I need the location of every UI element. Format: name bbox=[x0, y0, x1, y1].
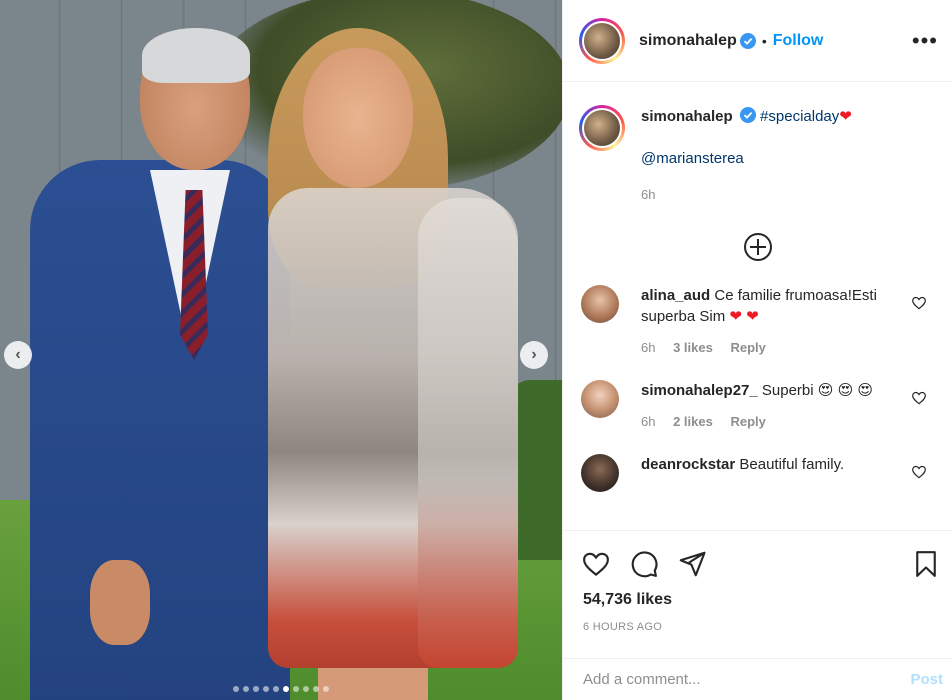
more-options-icon[interactable]: ••• bbox=[912, 30, 938, 52]
carousel-dot bbox=[303, 686, 309, 692]
bookmark-icon[interactable] bbox=[911, 549, 941, 579]
reply-button[interactable]: Reply bbox=[730, 340, 765, 355]
caption-hashtag[interactable]: #specialday bbox=[760, 108, 839, 125]
carousel-indicator bbox=[0, 686, 562, 692]
carousel-dot bbox=[323, 686, 329, 692]
separator-dot: • bbox=[761, 32, 767, 49]
post-timestamp[interactable]: 6 HOURS AGO bbox=[583, 621, 662, 633]
verified-badge-icon bbox=[739, 32, 756, 49]
caption-mention[interactable]: @mariansterea bbox=[641, 150, 744, 167]
comment-text: Superbi bbox=[761, 382, 814, 399]
share-paper-plane-icon[interactable] bbox=[677, 549, 707, 579]
comment-text: Beautiful family. bbox=[739, 456, 845, 473]
caption-username[interactable]: simonahalep bbox=[641, 108, 733, 125]
heart-emoji: ❤ bbox=[839, 108, 852, 125]
woman-sleeve bbox=[418, 198, 518, 668]
comment-time[interactable]: 6h bbox=[641, 340, 655, 355]
post-caption: simonahalep #specialday❤ @mariansterea 6… bbox=[563, 83, 952, 205]
verified-badge-icon bbox=[739, 107, 756, 123]
comment-likes[interactable]: 3 likes bbox=[673, 340, 713, 355]
like-heart-icon[interactable] bbox=[911, 390, 927, 406]
carousel-dot bbox=[293, 686, 299, 692]
carousel-dot bbox=[233, 686, 239, 692]
like-heart-icon[interactable] bbox=[911, 295, 927, 311]
post-button[interactable]: Post bbox=[910, 671, 943, 688]
carousel-dot bbox=[273, 686, 279, 692]
carousel-dot bbox=[243, 686, 249, 692]
man-hand bbox=[90, 560, 150, 645]
comment-bubble-icon[interactable] bbox=[629, 549, 659, 579]
comment-input[interactable]: Add a comment... bbox=[583, 671, 701, 688]
caption-avatar[interactable] bbox=[579, 105, 625, 151]
carousel-prev-button[interactable]: ‹ bbox=[4, 341, 32, 369]
comment-username[interactable]: deanrockstar bbox=[641, 456, 735, 473]
heart-eyes-emoji: 😍 😍 😍 bbox=[817, 382, 874, 399]
plus-circle-icon[interactable] bbox=[744, 233, 772, 261]
comment-avatar[interactable] bbox=[581, 454, 619, 492]
post-photo[interactable]: ‹ › bbox=[0, 0, 562, 700]
comment-username[interactable]: alina_aud bbox=[641, 287, 710, 304]
man-hair bbox=[142, 28, 250, 83]
carousel-dot bbox=[313, 686, 319, 692]
man-suit bbox=[30, 160, 290, 700]
chevron-right-icon: › bbox=[531, 346, 537, 363]
chevron-left-icon: ‹ bbox=[15, 346, 21, 363]
comment-time[interactable]: 6h bbox=[641, 414, 655, 429]
avatar[interactable] bbox=[579, 17, 625, 64]
comment-avatar[interactable] bbox=[581, 380, 619, 418]
woman-head bbox=[303, 48, 413, 188]
post-side-panel: simonahalep • Follow ••• simonahalep #sp… bbox=[562, 0, 952, 700]
photo-woman bbox=[258, 28, 528, 700]
comment-avatar[interactable] bbox=[581, 285, 619, 323]
heart-emoji: ❤ ❤ bbox=[729, 308, 759, 325]
comments-list[interactable]: simonahalep #specialday❤ @mariansterea 6… bbox=[563, 83, 952, 529]
load-more-comments[interactable] bbox=[563, 233, 952, 261]
post-header: simonahalep • Follow ••• bbox=[563, 0, 952, 82]
likes-count[interactable]: 54,736 likes bbox=[583, 591, 672, 609]
carousel-next-button[interactable]: › bbox=[520, 341, 548, 369]
follow-button[interactable]: Follow bbox=[773, 32, 824, 50]
post-actions: 54,736 likes 6 HOURS AGO bbox=[563, 530, 952, 658]
carousel-dot bbox=[283, 686, 289, 692]
comment-item: simonahalep27_ Superbi 😍 😍 😍 6h 2 likes … bbox=[563, 380, 952, 432]
header-username[interactable]: simonahalep bbox=[639, 32, 737, 50]
like-heart-icon[interactable] bbox=[911, 464, 927, 480]
photo-man bbox=[30, 28, 290, 700]
comment-item: alina_aud Ce familie frumoasa!Esti super… bbox=[563, 285, 952, 358]
carousel-dot bbox=[263, 686, 269, 692]
comment-item: deanrockstar Beautiful family. bbox=[563, 454, 952, 492]
carousel-dot bbox=[253, 686, 259, 692]
comment-likes[interactable]: 2 likes bbox=[673, 414, 713, 429]
comment-composer: Add a comment... Post bbox=[563, 658, 952, 700]
comment-username[interactable]: simonahalep27_ bbox=[641, 382, 758, 399]
like-heart-icon[interactable] bbox=[581, 549, 611, 579]
reply-button[interactable]: Reply bbox=[730, 414, 765, 429]
caption-time[interactable]: 6h bbox=[641, 187, 655, 202]
